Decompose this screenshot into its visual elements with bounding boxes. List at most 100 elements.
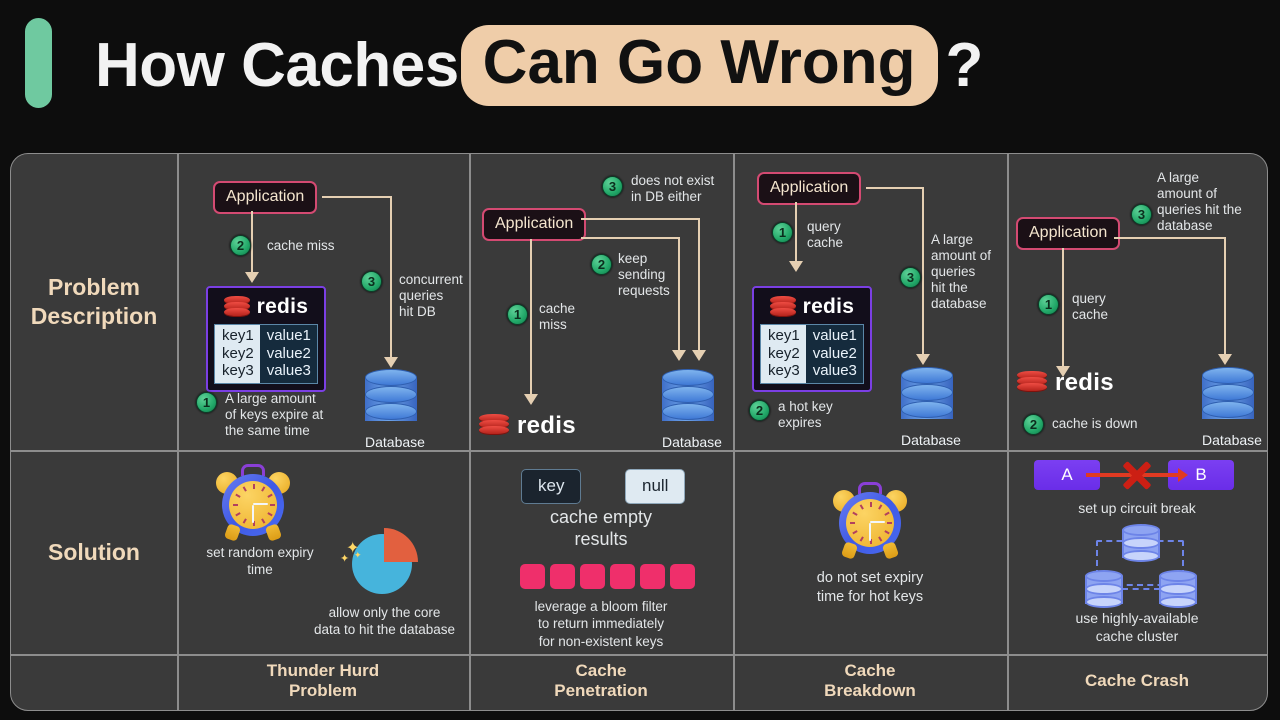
- row-header-solution-label: Solution: [48, 538, 140, 565]
- step-label-1-line1: A large amount: [225, 391, 316, 406]
- connector-app-db-inner-h: [581, 237, 680, 239]
- step-label-2: cache miss: [267, 238, 335, 253]
- row-header-solution: Solution: [11, 450, 177, 654]
- solution-caption-2: allow only the core data to hit the data…: [302, 605, 467, 639]
- step-label-3-line1: concurrent: [399, 272, 463, 287]
- application-box: Application: [482, 208, 587, 241]
- solution-caption-2: use highly-available cache cluster: [1007, 610, 1267, 646]
- cell-problem-thunder-hurd: Application 2 cache miss 3 concurrent qu…: [177, 154, 469, 450]
- connector-app-redis: [795, 202, 797, 264]
- database-caption: Database: [901, 432, 961, 448]
- accent-bar: [25, 18, 52, 108]
- step-label-3-line3: queries: [931, 263, 976, 279]
- step-label-3-line4: database: [1157, 217, 1213, 233]
- arrowhead-app-db: [1218, 354, 1232, 365]
- step-badge-2: 2: [1023, 414, 1044, 435]
- connector-app-db-outer-h: [581, 218, 700, 220]
- redis-wordmark: redis: [256, 294, 309, 318]
- redis-kv-table: key1 key2 key3 value1 value2 value3: [760, 324, 864, 385]
- step-label-2-line3: requests: [618, 282, 670, 298]
- row-header-problem: Problem Description: [11, 154, 177, 450]
- page-title: How Caches Can Go Wrong ?: [95, 20, 983, 110]
- redis-value-1: value1: [266, 327, 311, 344]
- solution-caption-1: set random expiry time: [190, 545, 330, 579]
- step-label-3: concurrent queries hit DB: [399, 272, 463, 320]
- application-box: Application: [213, 181, 318, 214]
- step-badge-2: 2: [230, 235, 251, 256]
- cell-solution-cache-penetration: key null cache empty results leverage a …: [469, 450, 733, 654]
- redis-logo-icon: [769, 295, 796, 318]
- solution-caption-1: cache empty results: [469, 507, 733, 551]
- step-label-2-line2: sending: [618, 266, 666, 282]
- database-icon-group: Database: [365, 369, 425, 450]
- solution-caption-2-line1: allow only the core: [328, 605, 441, 620]
- step-label-1-line2: cache: [1072, 306, 1109, 322]
- redis-key-3: key3: [222, 362, 254, 380]
- connector-app-db-h: [1114, 237, 1226, 239]
- cell-problem-cache-crash: A large amount of queries hit the databa…: [1007, 154, 1267, 450]
- solution-caption-2-line1: leverage a bloom filter: [534, 599, 668, 614]
- arrowhead-outer: [692, 350, 706, 361]
- database-icon-group: Database: [901, 367, 961, 448]
- step-label-1-line3: the same time: [225, 422, 310, 438]
- cell-solution-thunder-hurd: set random expiry time ✦ ✦ ✦ allow only …: [177, 450, 469, 654]
- column-label-thunder-hurd-line2: Problem: [288, 681, 357, 700]
- row-header-problem-line2: Description: [30, 303, 158, 329]
- redis-value-3: value3: [266, 362, 311, 380]
- arrowhead-app-redis: [245, 272, 259, 283]
- redis-panel: redis key1 key2 key3 value1 value2 value…: [752, 286, 872, 393]
- step-label-2-line1: a hot key: [778, 399, 833, 414]
- arrowhead-app-db: [384, 357, 398, 368]
- header: How Caches Can Go Wrong ?: [0, 0, 1280, 145]
- cell-problem-cache-breakdown: Application 1 query cache 3 A large amou…: [733, 154, 1007, 450]
- step-label-1-line1: query: [1072, 291, 1106, 306]
- solution-caption-2-line2: data to hit the database: [313, 621, 456, 637]
- redis-header: redis: [214, 293, 318, 320]
- step-label-1-line1: cache: [539, 301, 576, 316]
- step-label-3-line1: does not exist: [631, 173, 715, 188]
- column-label-thunder-hurd-line1: Thunder Hurd: [266, 660, 380, 680]
- step-label-2-line1: keep: [618, 251, 648, 266]
- database-caption: Database: [1202, 432, 1262, 448]
- step-label-1-line1: query: [807, 219, 841, 234]
- step-label-3-line5: database: [931, 295, 987, 311]
- bloom-bit-4: [610, 564, 635, 589]
- column-label-cache-crash: Cache Crash: [1007, 652, 1267, 710]
- database-caption: Database: [662, 434, 722, 450]
- database-icon: [662, 369, 714, 431]
- connector-app-db-h: [866, 187, 924, 189]
- step-label-3-line2: queries: [399, 287, 444, 303]
- solution-caption-1: do not set expiry time for hot keys: [733, 569, 1007, 606]
- cell-problem-cache-penetration: 3 does not exist in DB either Applicatio…: [469, 154, 733, 450]
- redis-key-2: key2: [768, 344, 800, 362]
- step-badge-1: 1: [507, 304, 528, 325]
- redis-value-column: value1 value2 value3: [805, 325, 863, 384]
- column-label-cache-penetration-line2: Penetration: [554, 681, 648, 700]
- redis-value-1: value1: [812, 327, 857, 344]
- redis-key-2: key2: [222, 344, 254, 362]
- redis-wordmark: redis: [802, 294, 855, 318]
- step-label-3-line2: in DB either: [631, 188, 702, 204]
- redis-value-column: value1 value2 value3: [259, 325, 317, 384]
- step-label-3: A large amount of queries hit the databa…: [931, 232, 991, 312]
- bloom-bit-5: [640, 564, 665, 589]
- step-label-2: a hot key expires: [778, 399, 833, 431]
- step-label-1-line2: cache: [807, 234, 844, 250]
- step-label-3-line1: A large: [1157, 170, 1200, 185]
- step-badge-3: 3: [1131, 204, 1152, 225]
- step-label-1: cache miss: [539, 301, 575, 333]
- column-label-cache-penetration-line1: Cache: [575, 660, 627, 680]
- step-label-3-line2: amount of: [1157, 185, 1218, 201]
- column-label-cache-breakdown-line2: Breakdown: [824, 681, 916, 700]
- step-label-1: query cache: [1072, 291, 1108, 323]
- database-icon-group: Database: [662, 369, 722, 450]
- column-label-cache-crash-line1: Cache Crash: [1085, 670, 1189, 690]
- cell-solution-cache-breakdown: do not set expiry time for hot keys: [733, 450, 1007, 654]
- title-highlight-text: Can Go Wrong: [460, 24, 938, 106]
- redis-inline-logo: redis: [479, 412, 576, 440]
- column-label-cache-breakdown: Cache Breakdown: [733, 652, 1007, 710]
- step-badge-2: 2: [749, 400, 770, 421]
- solution-caption-1-line1: set random expiry: [206, 545, 314, 560]
- solution-caption-1-line1: do not set expiry: [816, 570, 924, 586]
- cluster-node-left: [1085, 570, 1123, 612]
